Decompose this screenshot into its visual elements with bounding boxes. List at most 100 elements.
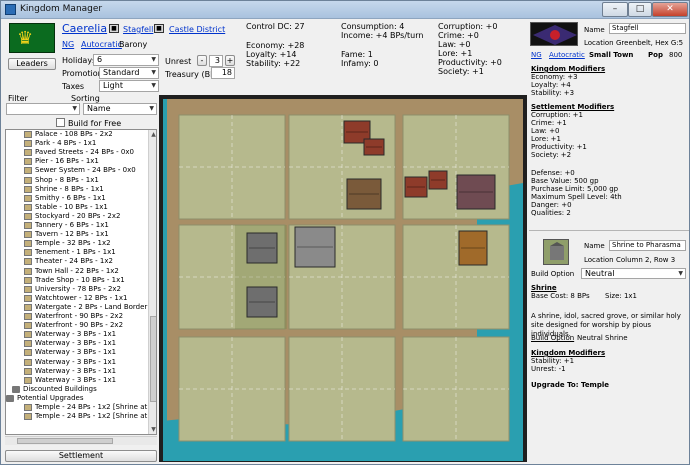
maximize-button[interactable]: □ [628, 2, 652, 17]
list-item-label: Stable - 10 BPs - 1x1 [35, 202, 108, 211]
promotion-select[interactable]: Standard ▼ [99, 67, 159, 79]
government-link[interactable]: Autocratic [81, 40, 122, 49]
build-option-value: Neutral [585, 269, 615, 278]
promotion-label: Promotion [62, 69, 103, 78]
stat-productivity: Productivity: +0 [438, 58, 502, 67]
settlement-button[interactable]: Settlement [5, 450, 157, 462]
building-icon [24, 376, 32, 384]
list-item-label: Tenement - 1 BPs - 1x1 [35, 248, 116, 257]
building-icon [24, 349, 32, 357]
building-icon [24, 212, 32, 220]
list-item-label: Waterfront - 90 BPs - 2x2 [35, 312, 124, 320]
building-title: Shrine [531, 284, 557, 292]
district-map[interactable] [159, 95, 527, 462]
list-item-label: Discounted Buildings [23, 384, 97, 393]
build-free-checkbox[interactable] [56, 118, 65, 127]
settlement-name-field[interactable]: Stagfell [609, 23, 686, 34]
filter-select[interactable]: ▼ [6, 103, 80, 115]
building-name-field[interactable]: Shrine to Pharasma [609, 240, 686, 251]
overlord-link[interactable]: Stagfell [123, 25, 153, 34]
overlord-icon[interactable]: ■ [109, 24, 119, 33]
district-map-canvas[interactable] [159, 95, 527, 462]
scroll-up-icon[interactable]: ▲ [149, 130, 156, 139]
shrine-icon [550, 242, 564, 260]
s-crime: Crime: +1 [531, 119, 567, 127]
close-button[interactable]: ✕ [652, 2, 688, 17]
building-icon [24, 194, 32, 202]
alignment-link[interactable]: NG [62, 40, 74, 49]
building-icon [24, 258, 32, 266]
unrest-input[interactable]: 3 [209, 55, 223, 67]
settlement-flag[interactable]: ♛ [9, 23, 55, 53]
list-item-label: Waterfront - 90 BPs - 2x2 [35, 321, 124, 330]
building-icon [24, 249, 32, 257]
building-icon [24, 158, 32, 166]
holidays-label: Holidays [62, 56, 97, 65]
settlement-government-link[interactable]: Autocratic [549, 51, 585, 59]
taxes-select[interactable]: Light ▼ [99, 80, 159, 92]
district-link[interactable]: Castle District [169, 25, 225, 34]
building-list[interactable]: Palace - 108 BPs - 2x2 Park - 4 BPs - 1x1… [5, 129, 157, 435]
unrest-increase-button[interactable]: + [225, 55, 235, 66]
building-icon [24, 367, 32, 375]
list-item-label: Watchtower - 12 BPs - 1x1 [35, 293, 128, 302]
list-item-label: Tannery - 6 BPs - 1x1 [35, 221, 109, 229]
settlement-alignment-link[interactable]: NG [531, 51, 542, 59]
settlement-name-link[interactable]: Caerelia [62, 22, 107, 35]
building-location-label: Location [584, 256, 614, 264]
building-icon [24, 185, 32, 193]
scroll-thumb[interactable] [150, 316, 156, 402]
window-title: Kingdom Manager [20, 4, 103, 14]
stat-loyalty: Loyalty: +14 [246, 50, 297, 59]
list-hscrollbar[interactable] [5, 436, 157, 445]
stat-corruption: Corruption: +0 [438, 22, 498, 31]
settlement-info-panel: Name Stagfell Location Greenbelt, Hex G:… [529, 20, 689, 230]
s-productivity: Productivity: +1 [531, 143, 587, 151]
sorting-select[interactable]: Name ▼ [83, 103, 157, 115]
list-item-label: Tavern - 12 BPs - 1x1 [35, 230, 109, 239]
base-value: Base Value: 500 gp [531, 177, 599, 185]
list-item-label: Temple - 32 BPs - 1x2 [35, 239, 111, 248]
stat-fame: Fame: 1 [341, 50, 373, 59]
building-icon [24, 340, 32, 348]
holidays-select[interactable]: 6 Holidays/Year ▼ [93, 54, 159, 66]
chevron-down-icon: ▼ [151, 56, 156, 63]
banner-icon [533, 25, 577, 45]
stat-economy: Economy: +28 [246, 41, 305, 50]
list-item-label: Theater - 24 BPs - 1x2 [35, 257, 113, 266]
building-icon [24, 322, 32, 330]
pop-label: Pop [648, 51, 663, 59]
list-item-label: Potential Upgrades [17, 393, 84, 402]
list-item-label: Waterway - 3 BPs - 1x1 [35, 375, 117, 384]
leaders-button[interactable]: Leaders [8, 58, 56, 70]
location-value: Greenbelt, Hex G:5 [616, 39, 684, 47]
chevron-down-icon: ▼ [678, 270, 683, 277]
minimize-button[interactable]: – [602, 2, 628, 17]
list-item-label: Watergate - 2 BPs - Land Border [35, 302, 148, 311]
unrest-decrease-button[interactable]: - [197, 55, 207, 66]
list-scrollbar[interactable]: ▲ ▼ [148, 130, 156, 434]
kingdom-manager-window: Kingdom Manager – □ ✕ ♛ Leaders Caerelia… [0, 0, 690, 465]
scroll-down-icon[interactable]: ▼ [149, 425, 156, 434]
building-icon [24, 303, 32, 311]
chevron-down-icon: ▼ [151, 69, 156, 76]
s-corruption: Corruption: +1 [531, 111, 583, 119]
list-item-label: Waterway - 3 BPs - 1x1 [35, 330, 117, 339]
taxes-label: Taxes [62, 82, 85, 91]
district-icon[interactable]: ■ [154, 24, 164, 33]
build-free-label: Build for Free [68, 119, 122, 128]
sorting-value: Name [87, 104, 111, 113]
list-item-label: Trade Shop - 10 BPs - 1x1 [35, 275, 125, 284]
build-option-text-value: Neutral Shrine [577, 334, 628, 342]
building-name-label: Name [584, 242, 605, 250]
stat-income: Income: +4 BPs/turn [341, 31, 424, 40]
treasury-input[interactable]: 18 [211, 67, 235, 79]
stat-infamy: Infamy: 0 [341, 59, 379, 68]
hscroll-thumb[interactable] [17, 438, 113, 444]
b-stability: Stability: +1 [531, 357, 575, 365]
base-cost: Base Cost: 8 BPs [531, 292, 590, 300]
building-info-panel: Name Shrine to Pharasma Location Column … [529, 233, 689, 461]
build-option-select[interactable]: Neutral ▼ [581, 268, 686, 279]
settlement-name-label: Name [584, 26, 605, 34]
upgrade-to: Upgrade To: Temple [531, 381, 610, 389]
